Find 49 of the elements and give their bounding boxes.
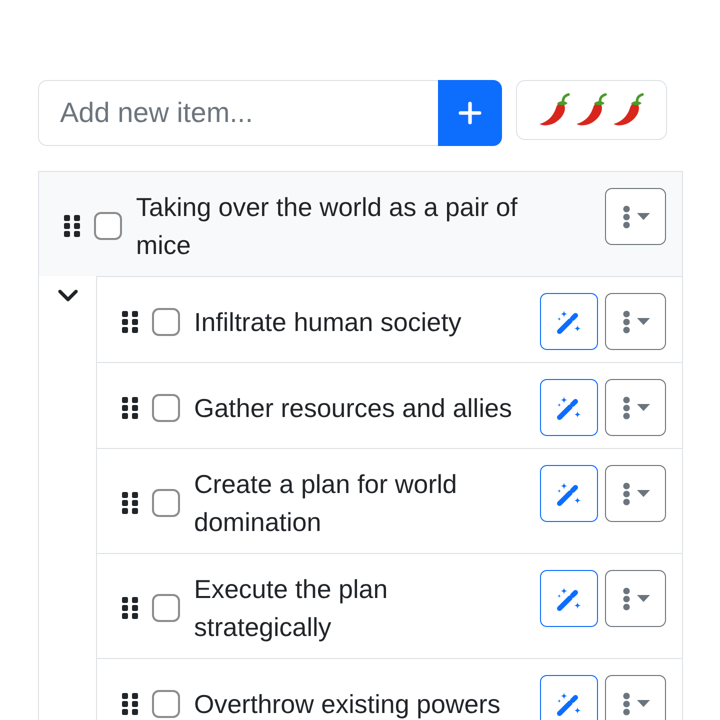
- add-button[interactable]: [438, 80, 502, 146]
- drag-handle-icon[interactable]: [64, 215, 80, 237]
- caret-down-icon: [636, 490, 650, 497]
- magic-wand-button[interactable]: [540, 570, 598, 627]
- caret-down-icon: [636, 213, 650, 220]
- item-menu-button[interactable]: [605, 570, 666, 627]
- drag-handle-icon[interactable]: [122, 692, 138, 714]
- item-text: Gather resources and allies: [194, 392, 513, 424]
- item-menu-button[interactable]: [605, 465, 666, 522]
- caret-down-icon: [636, 700, 650, 707]
- dots-vertical-icon: [622, 692, 630, 716]
- item-checkbox[interactable]: [152, 489, 180, 517]
- dots-vertical-icon: [622, 396, 630, 420]
- magic-wand-button[interactable]: [540, 379, 598, 436]
- item-text: Overthrow existing powers: [194, 688, 502, 720]
- add-item-field[interactable]: Add new item...: [38, 80, 438, 146]
- chevron-down-icon[interactable]: [56, 288, 78, 303]
- dots-vertical-icon: [622, 586, 630, 610]
- item-checkbox[interactable]: [152, 394, 180, 422]
- item-menu-button[interactable]: [605, 379, 666, 436]
- item-text: Create a plan for world domination: [194, 468, 458, 539]
- chili-pepper-icon: [612, 92, 646, 128]
- magic-wand-button[interactable]: [540, 293, 598, 350]
- item-text: Taking over the world as a pair of mice: [136, 191, 519, 262]
- dots-vertical-icon: [622, 482, 630, 506]
- item-text: Infiltrate human society: [194, 306, 462, 338]
- plus-icon: [458, 101, 482, 125]
- item-checkbox[interactable]: [152, 690, 180, 718]
- item-menu-button[interactable]: [605, 293, 666, 350]
- dots-vertical-icon: [622, 310, 630, 334]
- chili-pepper-icon: [538, 92, 572, 128]
- chili-pepper-icon: [574, 92, 608, 128]
- drag-handle-icon[interactable]: [122, 396, 138, 418]
- dots-vertical-icon: [622, 204, 630, 228]
- item-text: Execute the plan strategically: [194, 573, 389, 644]
- caret-down-icon: [636, 404, 650, 411]
- magic-wand-button[interactable]: [540, 465, 598, 522]
- item-menu-button[interactable]: [605, 188, 666, 245]
- magic-wand-button[interactable]: [540, 675, 598, 720]
- item-checkbox[interactable]: [94, 212, 122, 240]
- caret-down-icon: [636, 595, 650, 602]
- caret-down-icon: [636, 318, 650, 325]
- item-checkbox[interactable]: [152, 308, 180, 336]
- drag-handle-icon[interactable]: [122, 310, 138, 332]
- drag-handle-icon[interactable]: [122, 597, 138, 619]
- spice-level-button[interactable]: [516, 80, 667, 140]
- item-menu-button[interactable]: [605, 675, 666, 720]
- item-checkbox[interactable]: [152, 594, 180, 622]
- drag-handle-icon[interactable]: [122, 492, 138, 514]
